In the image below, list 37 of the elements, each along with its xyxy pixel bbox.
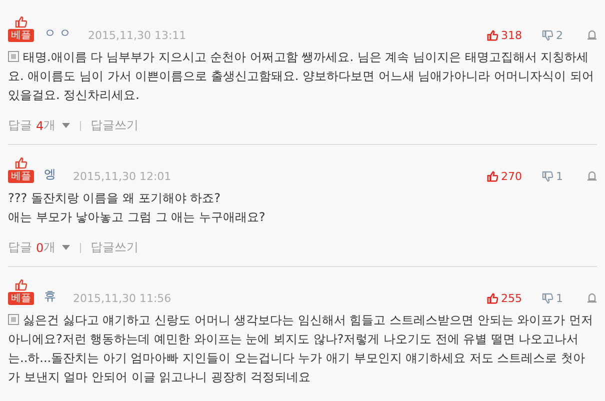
comment-text: 애는 부모가 낳아놓고 그럼 그 애는 누구애래요?: [8, 209, 266, 226]
comment-text: 싫은건 싫다고 얘기하고 신랑도 어머니 생각보다는 임신해서 힘들고 스트레스받으면 안되는 와이프가 먼저 아니에요?저런 행동하는데 예민한 와이프는 눈에 뵈지도 않나?저렇게 나오기도 전에 유별 떨면 나오고나서는..하...돌잔치는 아기 엄마아빠 지인들이 오는겁니다 누가 애기 부모인지 얘기하세요 저도 스트레스로 첫아가 보낸지 얼마 안되어 이글 읽고나니 굉장히 걱정되네요: [8, 312, 594, 386]
siren-icon[interactable]: [587, 30, 597, 40]
like-button[interactable]: 255: [487, 292, 522, 305]
thumbs-up-icon: [15, 279, 27, 291]
replies-toggle[interactable]: 답글 0개: [8, 239, 70, 256]
caret-icon: [62, 123, 70, 128]
best-badge: 베플: [8, 29, 34, 42]
dislike-button[interactable]: 2: [542, 29, 563, 42]
author-name[interactable]: 휴: [44, 288, 59, 305]
caret-icon: [62, 245, 70, 250]
replies-toggle[interactable]: 답글 4개: [8, 117, 70, 134]
thumbs-up-icon: [15, 16, 27, 28]
best-badge: 베플: [8, 170, 34, 183]
comment-text: 태명.애이름 다 님부부가 지으시고 순천아 어쩌고함 쌩까세요. 님은 계속 님이지은 태명고집해서 지칭하세요. 애이름도 님이 가서 이쁜이름으로 출생신고함돼요. 양보하다보면 어느새 님애가아니라 어머니자식이 되어있을걸요. 정신차리세요.: [8, 49, 595, 104]
comment-date: 2015,11,30 12:01: [73, 170, 172, 183]
write-reply-link[interactable]: 답글쓰기: [90, 117, 139, 134]
thumbs-down-icon: [542, 171, 553, 182]
thumbs-up-icon: [487, 293, 498, 304]
siren-icon[interactable]: [587, 293, 597, 303]
comment-date: 2015,11,30 11:56: [73, 292, 172, 305]
siren-icon[interactable]: [587, 171, 597, 181]
author-name[interactable]: 엥: [44, 166, 59, 183]
comment-date: 2015,11,30 13:11: [88, 29, 186, 42]
thumbs-up-icon: [487, 30, 498, 41]
author-name[interactable]: ㅇㅇ: [44, 25, 74, 42]
write-reply-link[interactable]: 답글쓰기: [90, 239, 139, 256]
dislike-button[interactable]: 1: [542, 170, 563, 183]
thumbs-down-icon: [542, 293, 553, 304]
comment-text: ??? 돌잔치랑 이름을 왜 포기해야 하죠?: [8, 190, 222, 207]
thumbs-down-icon: [542, 30, 553, 41]
best-badge: 베플: [8, 292, 34, 305]
like-button[interactable]: 318: [487, 29, 522, 42]
thumbs-up-icon: [487, 171, 498, 182]
like-button[interactable]: 270: [487, 170, 522, 183]
thumbs-up-icon: [15, 157, 27, 169]
dislike-button[interactable]: 1: [542, 292, 563, 305]
